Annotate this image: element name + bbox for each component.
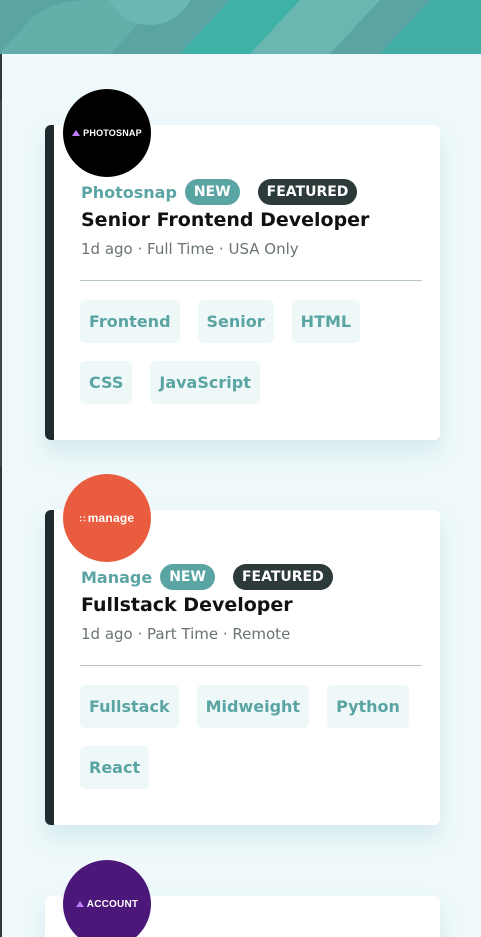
divider (80, 665, 422, 666)
tag-list: Frontend Senior HTML CSS JavaScript (80, 300, 422, 404)
company-logo: PHOTOSNAP (63, 89, 151, 177)
featured-badge: FEATURED (232, 564, 333, 590)
company-row: Manage NEW FEATURED (81, 564, 333, 590)
tag-button[interactable]: Python (327, 685, 409, 728)
company-logo: ACCOUNT (63, 860, 151, 937)
tag-button[interactable]: Midweight (196, 685, 310, 728)
featured-accent-bar (45, 510, 54, 825)
featured-accent-bar (45, 125, 54, 440)
logo-text: PHOTOSNAP (83, 128, 142, 138)
job-meta: 1d ago · Part Time · Remote (81, 625, 291, 643)
logo-triangle-icon (72, 130, 81, 136)
featured-badge: FEATURED (257, 179, 358, 205)
logo-dots-icon: ∷ (79, 514, 86, 524)
job-card[interactable]: ACCOUNT (45, 860, 440, 937)
company-logo: ∷ manage (63, 474, 151, 562)
tag-list: Fullstack Midweight Python React (80, 685, 422, 789)
logo-text: manage (87, 511, 135, 525)
job-meta: 1d ago · Full Time · USA Only (81, 240, 299, 258)
tag-button[interactable]: Senior (197, 300, 274, 343)
logo-text-wrapper: ACCOUNT (75, 898, 139, 910)
left-edge-bar (0, 54, 2, 937)
tag-button[interactable]: Fullstack (80, 685, 179, 728)
logo-text-wrapper: ∷ manage (80, 511, 135, 525)
new-badge: NEW (184, 179, 240, 205)
tag-button[interactable]: CSS (80, 361, 133, 404)
logo-triangle-icon (75, 900, 84, 907)
tag-button[interactable]: JavaScript (150, 361, 260, 404)
job-title[interactable]: Senior Frontend Developer (81, 209, 369, 231)
job-card[interactable]: PHOTOSNAP Photosnap NEW FEATURED Senior … (45, 89, 440, 440)
header-banner (0, 0, 481, 54)
company-name[interactable]: Photosnap (81, 183, 177, 202)
divider (80, 280, 422, 281)
logo-text-wrapper: PHOTOSNAP (72, 128, 142, 138)
tag-button[interactable]: React (80, 746, 150, 789)
company-row: Photosnap NEW FEATURED (81, 179, 358, 205)
header-pattern (0, 0, 481, 54)
tag-button[interactable]: HTML (291, 300, 361, 343)
company-name[interactable]: Manage (81, 568, 152, 587)
new-badge: NEW (160, 564, 215, 590)
job-card[interactable]: ∷ manage Manage NEW FEATURED Fullstack De… (45, 474, 440, 825)
tag-button[interactable]: Frontend (80, 300, 180, 343)
logo-text: ACCOUNT (86, 898, 139, 910)
job-title[interactable]: Fullstack Developer (81, 594, 293, 616)
